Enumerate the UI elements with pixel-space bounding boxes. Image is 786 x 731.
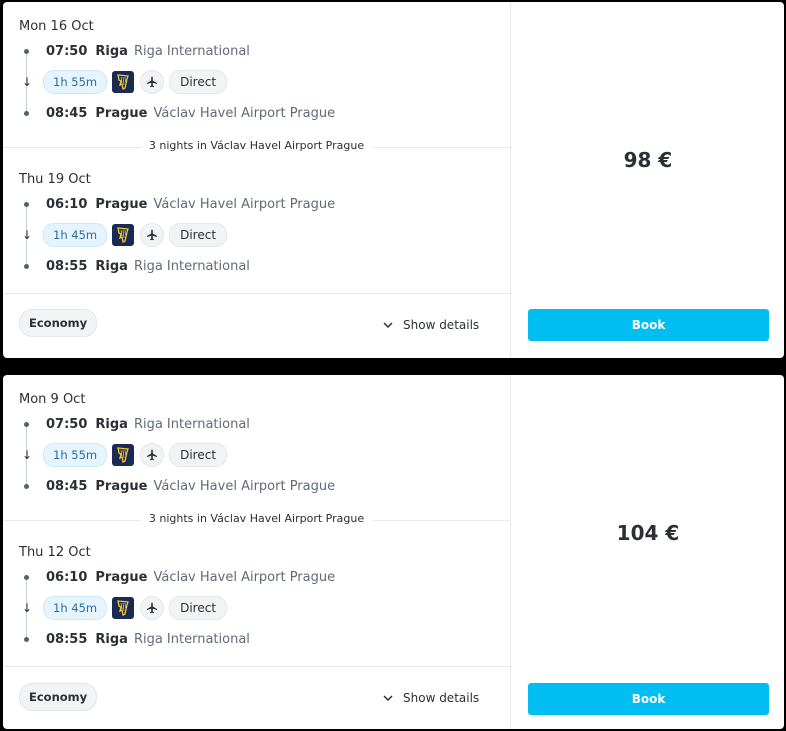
arrow-down-icon: ↓ xyxy=(21,601,33,615)
arrival-row: 08:45 Prague Václav Havel Airport Prague xyxy=(19,474,335,498)
show-details-label: Show details xyxy=(403,691,480,705)
nights-divider: 3 nights in Václav Havel Airport Prague xyxy=(3,139,510,152)
show-details-link[interactable]: Show details xyxy=(383,318,479,332)
footer-divider xyxy=(3,666,510,667)
arrival-city: Riga xyxy=(95,258,128,274)
flight-info-row: ↓ 1h 45m Direct xyxy=(19,596,228,620)
arrival-airport: Václav Havel Airport Prague xyxy=(153,105,336,121)
flight-info-row: ↓ 1h 45m Direct xyxy=(19,223,228,247)
departure-time: 06:10 xyxy=(46,569,88,585)
departure-city: Prague xyxy=(95,569,148,585)
arrival-time: 08:45 xyxy=(46,478,88,494)
nights-divider: 3 nights in Václav Havel Airport Prague xyxy=(3,512,510,525)
arrival-time: 08:45 xyxy=(46,105,88,121)
ryanair-harp-logo-icon xyxy=(112,597,135,619)
departure-time: 06:10 xyxy=(46,196,88,212)
itinerary: Mon 9 Oct 07:50 Riga Riga International … xyxy=(3,375,510,729)
departure-airport: Václav Havel Airport Prague xyxy=(153,569,336,585)
departure-city: Prague xyxy=(95,196,148,212)
departure-airport: Riga International xyxy=(133,43,250,59)
airplane-icon xyxy=(140,70,165,94)
departure-airport: Riga International xyxy=(133,416,250,432)
nights-label: 3 nights in Václav Havel Airport Prague xyxy=(140,512,373,525)
nights-label: 3 nights in Václav Havel Airport Prague xyxy=(140,139,373,152)
book-button[interactable]: Book xyxy=(528,683,769,715)
departure-row: 07:50 Riga Riga International xyxy=(19,412,250,436)
outbound-date: Mon 16 Oct xyxy=(19,19,94,34)
arrival-city: Prague xyxy=(95,478,148,494)
departure-city: Riga xyxy=(95,416,128,432)
arrow-down-icon: ↓ xyxy=(21,75,33,89)
departure-dot xyxy=(24,201,29,207)
inbound-date: Thu 19 Oct xyxy=(19,172,91,187)
result-card[interactable]: Mon 9 Oct 07:50 Riga Riga International … xyxy=(3,375,784,729)
departure-row: 07:50 Riga Riga International xyxy=(19,39,250,63)
itinerary: Mon 16 Oct 07:50 Riga Riga International… xyxy=(3,2,510,358)
stops-badge: Direct xyxy=(169,443,228,467)
arrival-airport: Václav Havel Airport Prague xyxy=(153,478,336,494)
footer-divider xyxy=(3,293,510,294)
departure-time: 07:50 xyxy=(46,43,88,59)
arrival-dot xyxy=(24,263,29,269)
duration-badge: 1h 45m xyxy=(43,596,108,620)
chevron-down-icon xyxy=(383,322,393,329)
arrival-dot xyxy=(24,636,29,642)
stops-badge: Direct xyxy=(169,70,228,94)
duration-badge: 1h 45m xyxy=(43,223,108,247)
flight-info-row: ↓ 1h 55m Direct xyxy=(19,70,228,94)
departure-row: 06:10 Prague Václav Havel Airport Prague xyxy=(19,565,335,589)
show-details-link[interactable]: Show details xyxy=(383,691,479,705)
price: 104 € xyxy=(616,521,680,545)
arrival-city: Prague xyxy=(95,105,148,121)
arrival-city: Riga xyxy=(95,631,128,647)
arrival-time: 08:55 xyxy=(46,258,88,274)
stops-badge: Direct xyxy=(169,223,228,247)
arrival-airport: Riga International xyxy=(133,631,250,647)
airplane-icon xyxy=(140,223,165,247)
outbound-date: Mon 9 Oct xyxy=(19,392,86,407)
book-button[interactable]: Book xyxy=(528,309,769,341)
show-details-label: Show details xyxy=(403,318,480,332)
ryanair-harp-logo-icon xyxy=(112,444,135,466)
ryanair-harp-logo-icon xyxy=(112,71,135,93)
airplane-icon xyxy=(140,443,165,467)
arrival-row: 08:55 Riga Riga International xyxy=(19,627,250,651)
arrival-dot xyxy=(24,110,29,116)
airplane-icon xyxy=(140,596,165,620)
fare-class-badge: Economy xyxy=(19,309,98,337)
departure-time: 07:50 xyxy=(46,416,88,432)
chevron-down-icon xyxy=(383,695,393,702)
inbound-date: Thu 12 Oct xyxy=(19,545,91,560)
fare-class-badge: Economy xyxy=(19,683,98,711)
stops-badge: Direct xyxy=(169,596,228,620)
arrival-row: 08:55 Riga Riga International xyxy=(19,254,250,278)
arrival-airport: Riga International xyxy=(133,258,250,274)
price: 98 € xyxy=(623,148,673,172)
ryanair-harp-logo-icon xyxy=(112,224,135,246)
price-panel: 104 € Book xyxy=(510,375,784,729)
departure-dot xyxy=(24,574,29,580)
duration-badge: 1h 55m xyxy=(43,443,108,467)
price-panel: 98 € Book xyxy=(510,2,784,358)
departure-row: 06:10 Prague Václav Havel Airport Prague xyxy=(19,192,335,216)
result-card[interactable]: Mon 16 Oct 07:50 Riga Riga International… xyxy=(3,2,784,358)
departure-dot xyxy=(24,421,29,427)
flight-info-row: ↓ 1h 55m Direct xyxy=(19,443,228,467)
departure-dot xyxy=(24,48,29,54)
arrival-row: 08:45 Prague Václav Havel Airport Prague xyxy=(19,101,335,125)
arrow-down-icon: ↓ xyxy=(21,448,33,462)
arrival-dot xyxy=(24,483,29,489)
arrival-time: 08:55 xyxy=(46,631,88,647)
departure-airport: Václav Havel Airport Prague xyxy=(153,196,336,212)
duration-badge: 1h 55m xyxy=(43,70,108,94)
departure-city: Riga xyxy=(95,43,128,59)
arrow-down-icon: ↓ xyxy=(21,228,33,242)
